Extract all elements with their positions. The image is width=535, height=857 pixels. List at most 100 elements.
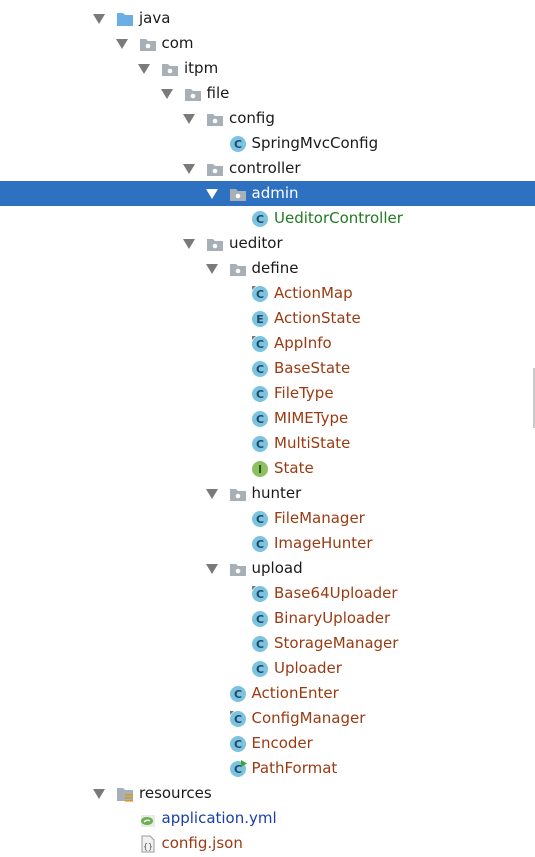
tree-node-file[interactable]: file	[0, 81, 535, 106]
tree-node-base64uploader[interactable]: C Base64Uploader	[0, 581, 535, 606]
tree-node-label: FileType	[274, 384, 334, 402]
tree-node-itpm[interactable]: itpm	[0, 56, 535, 81]
svg-text:C: C	[256, 213, 264, 226]
abstract-class-icon: C	[251, 335, 269, 353]
svg-text:C: C	[233, 138, 241, 151]
expand-arrow-icon[interactable]	[93, 14, 105, 24]
source-folder-icon	[116, 10, 134, 28]
tree-node-multistate[interactable]: C MultiState	[0, 431, 535, 456]
tree-node-com[interactable]: com	[0, 31, 535, 56]
expand-arrow-icon[interactable]	[183, 164, 195, 174]
tree-node-label: file	[206, 84, 230, 102]
tree-node-actionenter[interactable]: C ActionEnter	[0, 681, 535, 706]
tree-node-configmanager[interactable]: C ConfigManager	[0, 706, 535, 731]
class-icon: C	[251, 635, 269, 653]
expand-arrow-icon[interactable]	[205, 189, 218, 199]
expand-arrow-icon[interactable]	[160, 89, 173, 99]
tree-node-imagehunter[interactable]: C ImageHunter	[0, 531, 535, 556]
class-icon: C	[229, 685, 247, 703]
expand-arrow-icon[interactable]	[183, 114, 195, 124]
expand-arrow-icon[interactable]	[183, 239, 195, 249]
enum-icon: E	[251, 310, 269, 328]
class-icon: C	[251, 535, 269, 553]
tree-node-ueditorcontroller[interactable]: C UeditorController	[0, 206, 535, 231]
tree-node-controller[interactable]: controller	[0, 156, 535, 181]
expand-arrow-icon[interactable]	[205, 264, 218, 274]
tree-node-upload[interactable]: upload	[0, 556, 535, 581]
class-icon: C	[251, 610, 269, 628]
tree-node-label: hunter	[251, 484, 302, 502]
tree-node-resources[interactable]: resources	[0, 781, 535, 806]
tree-node-label: admin	[251, 184, 299, 202]
tree-node-binaryuploader[interactable]: C BinaryUploader	[0, 606, 535, 631]
tree-node-label: FileManager	[274, 509, 365, 527]
svg-text:E: E	[256, 313, 264, 326]
class-icon: C	[229, 735, 247, 753]
package-icon	[161, 60, 179, 78]
svg-text:I: I	[258, 463, 262, 476]
tree-node-label: controller	[229, 159, 301, 177]
tree-node-filetype[interactable]: C FileType	[0, 381, 535, 406]
svg-text:C: C	[233, 713, 241, 726]
svg-text:{}: {}	[143, 842, 153, 851]
svg-text:C: C	[256, 638, 264, 651]
tree-node-label: upload	[251, 559, 303, 577]
expand-arrow-icon[interactable]	[205, 489, 218, 499]
abstract-class-icon: C	[229, 710, 247, 728]
tree-node-storagemanager[interactable]: C StorageManager	[0, 631, 535, 656]
package-icon	[206, 160, 224, 178]
tree-node-hunter[interactable]: hunter	[0, 481, 535, 506]
tree-node-label: AppInfo	[274, 334, 332, 352]
project-tree[interactable]: java com itpm file config C SpringMvcConf…	[0, 0, 535, 856]
package-icon	[206, 110, 224, 128]
tree-node-label: MultiState	[274, 434, 351, 452]
class-icon: C	[251, 360, 269, 378]
json-file-icon: {}	[139, 835, 157, 853]
class-icon: C	[251, 435, 269, 453]
expand-arrow-icon[interactable]	[115, 39, 128, 49]
tree-node-admin[interactable]: admin	[0, 181, 535, 206]
tree-node-actionmap[interactable]: C ActionMap	[0, 281, 535, 306]
package-icon	[206, 235, 224, 253]
tree-node-label: ActionEnter	[251, 684, 339, 702]
tree-node-config-json[interactable]: {} config.json	[0, 831, 535, 856]
expand-arrow-icon[interactable]	[138, 64, 150, 74]
svg-text:C: C	[256, 538, 264, 551]
tree-node-label: define	[251, 259, 299, 277]
tree-node-label: SpringMvcConfig	[251, 134, 379, 152]
svg-text:C: C	[233, 763, 241, 776]
tree-node-config[interactable]: config	[0, 106, 535, 131]
tree-node-label: java	[139, 9, 171, 27]
tree-node-label: config	[229, 109, 275, 127]
tree-node-mimetype[interactable]: C MIMEType	[0, 406, 535, 431]
tree-node-label: Encoder	[251, 734, 313, 752]
tree-node-uploader[interactable]: C Uploader	[0, 656, 535, 681]
svg-text:C: C	[256, 438, 264, 451]
expand-arrow-icon[interactable]	[93, 789, 105, 799]
tree-node-pathformat[interactable]: C PathFormat	[0, 756, 535, 781]
tree-node-java[interactable]: java	[0, 6, 535, 31]
expand-arrow-icon[interactable]	[205, 564, 218, 574]
tree-node-basestate[interactable]: C BaseState	[0, 356, 535, 381]
tree-node-application-yml[interactable]: application.yml	[0, 806, 535, 831]
tree-node-actionstate[interactable]: E ActionState	[0, 306, 535, 331]
tree-node-ueditor[interactable]: ueditor	[0, 231, 535, 256]
spring-yaml-icon	[139, 810, 157, 828]
abstract-class-icon: C	[251, 285, 269, 303]
tree-node-label: MIMEType	[274, 409, 349, 427]
svg-text:C: C	[256, 613, 264, 626]
tree-node-encoder[interactable]: C Encoder	[0, 731, 535, 756]
svg-text:C: C	[256, 663, 264, 676]
svg-text:C: C	[233, 688, 241, 701]
class-icon: C	[251, 410, 269, 428]
svg-text:C: C	[256, 513, 264, 526]
package-icon	[229, 260, 247, 278]
tree-node-label: PathFormat	[251, 759, 338, 777]
tree-node-define[interactable]: define	[0, 256, 535, 281]
tree-node-label: itpm	[184, 59, 219, 77]
tree-node-appinfo[interactable]: C AppInfo	[0, 331, 535, 356]
tree-node-springmvcconfig[interactable]: C SpringMvcConfig	[0, 131, 535, 156]
tree-node-label: resources	[139, 784, 212, 802]
tree-node-filemanager[interactable]: C FileManager	[0, 506, 535, 531]
tree-node-state[interactable]: I State	[0, 456, 535, 481]
